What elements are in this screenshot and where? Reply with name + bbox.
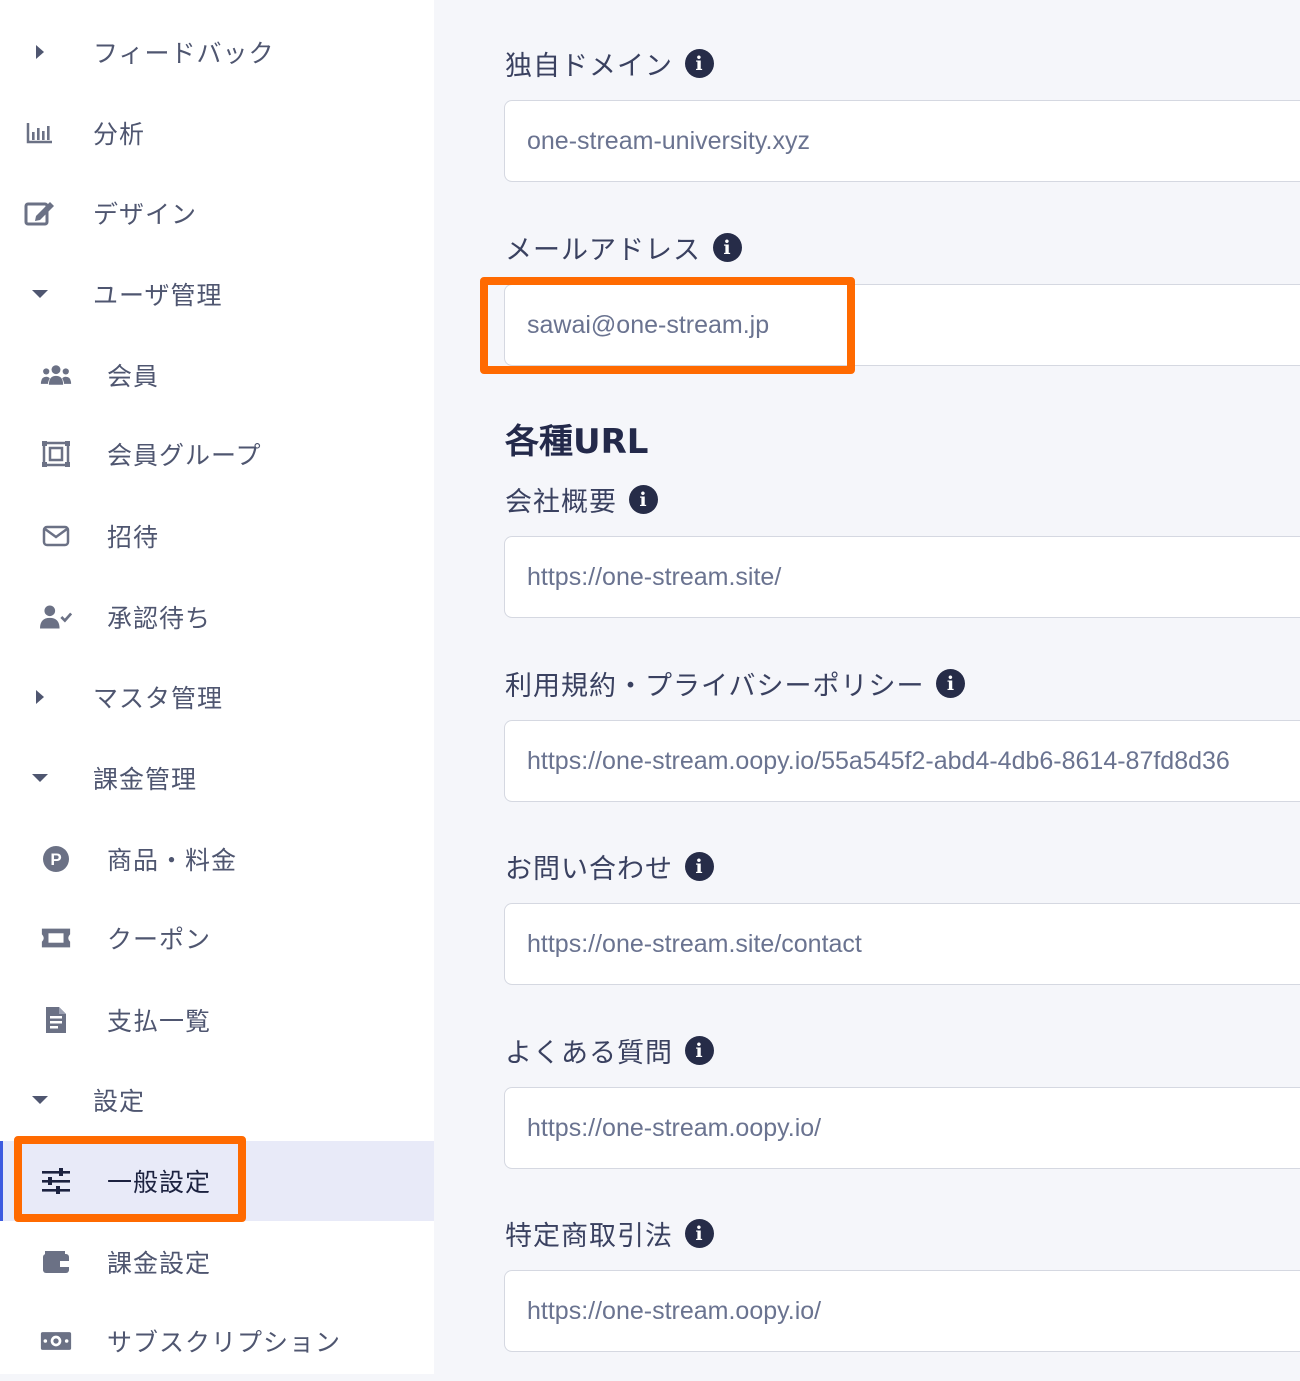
company-profile-label-text: 会社概要 [505,487,617,518]
custom-domain-input[interactable] [504,100,1300,182]
custom-domain-label: 独自ドメイン i [505,44,714,83]
contact-label: お問い合わせ i [505,847,714,886]
sidebar-item-billing-settings[interactable]: 課金設定 [0,1222,434,1302]
company-profile-url-input[interactable] [504,536,1300,618]
caret-down-icon [24,1084,56,1116]
caret-down-icon [24,278,56,310]
sidebar-item-label: 一般設定 [107,1168,212,1197]
sidebar-item-products-pricing[interactable]: P 商品・料金 [0,819,434,899]
terms-privacy-label: 利用規約・プライバシーポリシー i [505,664,966,703]
edit-icon [24,197,56,229]
company-profile-label: 会社概要 i [505,480,658,519]
info-icon[interactable]: i [685,1219,714,1248]
sidebar-item-label: 商品・料金 [107,846,238,875]
terms-privacy-url-input[interactable] [504,720,1300,802]
sidebar-item-pending-approval[interactable]: 承認待ち [0,577,434,657]
sidebar-item-user-management[interactable]: ユーザ管理 [0,254,434,334]
sidebar-item-label: 承認待ち [107,604,212,633]
settings-form: 独自ドメイン i メールアドレス i 各種URL 会社概要 i 利用規約・プライ… [434,0,1300,1374]
bar-chart-icon [24,117,56,149]
sidebar-item-label: 招待 [107,523,160,552]
sidebar-item-label: デザイン [93,200,198,229]
sidebar-item-members[interactable]: 会員 [0,335,434,415]
sidebar-item-label: 会員グループ [107,441,262,470]
email-label-text: メールアドレス [505,235,701,266]
sidebar-item-label: 設定 [93,1087,146,1116]
sidebar-item-payments-list[interactable]: 支払一覧 [0,980,434,1060]
sidebar-item-subscription[interactable]: サブスクリプション [0,1301,434,1381]
info-icon[interactable]: i [629,485,658,514]
sidebar-item-label: 課金管理 [93,765,198,794]
sidebar-item-label: マスタ管理 [93,684,224,713]
file-invoice-icon [40,1004,72,1036]
sidebar-item-label: 会員 [107,362,160,391]
object-group-icon [40,438,72,470]
users-icon [40,359,72,391]
sidebar-item-member-groups[interactable]: 会員グループ [0,414,434,494]
sidebar-item-label: サブスクリプション [107,1328,342,1357]
sidebar-item-analytics[interactable]: 分析 [0,93,434,173]
faq-label-text: よくある質問 [505,1038,673,1069]
wallet-icon [40,1246,72,1278]
info-icon[interactable]: i [936,669,966,698]
ticket-icon [40,922,72,954]
urls-section-title: 各種URL [505,422,649,462]
svg-text:P: P [50,850,61,869]
info-icon[interactable]: i [685,852,714,881]
sidebar-item-label: クーポン [107,925,212,954]
user-check-icon [40,601,72,633]
faq-label: よくある質問 i [505,1031,714,1070]
contact-url-input[interactable] [504,903,1300,985]
caret-right-icon [24,36,56,68]
money-bill-icon [40,1325,72,1357]
sidebar-item-general-settings[interactable]: 一般設定 [0,1141,434,1221]
sidebar-item-coupons[interactable]: クーポン [0,898,434,978]
sidebar-item-feedback[interactable]: フィードバック [0,12,434,92]
info-icon[interactable]: i [713,233,742,262]
caret-right-icon [24,681,56,713]
sliders-icon [40,1165,72,1197]
sidebar-item-label: ユーザ管理 [93,281,223,310]
sidebar-item-billing-management[interactable]: 課金管理 [0,738,434,818]
sidebar-item-label: 支払一覧 [107,1007,212,1036]
commercial-law-label-text: 特定商取引法 [505,1221,673,1252]
sidebar-item-design[interactable]: デザイン [0,173,434,253]
sidebar-item-invite[interactable]: 招待 [0,496,434,576]
contact-label-text: お問い合わせ [505,854,673,885]
envelope-icon [40,520,72,552]
sidebar-item-label: 分析 [93,120,146,149]
custom-domain-label-text: 独自ドメイン [505,51,673,82]
info-icon[interactable]: i [685,1036,714,1065]
caret-down-icon [24,762,56,794]
commercial-law-url-input[interactable] [504,1270,1300,1352]
terms-privacy-label-text: 利用規約・プライバシーポリシー [505,671,925,702]
sidebar: フィードバック 分析 デザイン ユーザ管理 会員 会員グループ 招待 承認待ち … [0,0,434,1374]
p-circle-icon: P [40,843,72,875]
faq-url-input[interactable] [504,1087,1300,1169]
sidebar-item-label: 課金設定 [107,1249,212,1278]
active-indicator [0,1141,3,1221]
sidebar-item-settings[interactable]: 設定 [0,1060,434,1140]
sidebar-item-master-management[interactable]: マスタ管理 [0,657,434,737]
email-label: メールアドレス i [505,228,742,267]
commercial-law-label: 特定商取引法 i [505,1214,714,1253]
sidebar-item-label: フィードバック [93,39,275,68]
info-icon[interactable]: i [685,49,714,78]
email-input[interactable] [504,284,1300,366]
